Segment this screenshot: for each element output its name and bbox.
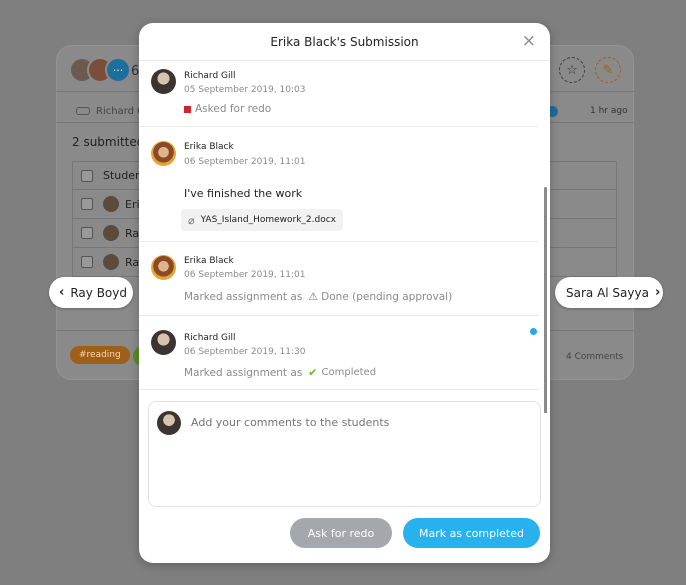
paperclip-icon: ⌀ — [188, 213, 195, 227]
teacher-label: Richard G — [76, 106, 145, 117]
scrollbar[interactable] — [544, 187, 547, 413]
ask-for-redo-button[interactable]: Ask for redo — [290, 518, 392, 548]
time-ago: 1 hr ago — [590, 106, 628, 116]
comment-input[interactable] — [191, 416, 521, 429]
comment-box[interactable] — [148, 401, 541, 507]
avatar — [151, 255, 176, 280]
submitted-count: 2 submitted — [72, 135, 145, 149]
previous-student-label: Ray Boyd — [70, 285, 127, 300]
chevron-left-icon: ‹ — [59, 285, 65, 300]
entry-author: Richard Gill — [184, 71, 236, 81]
activity-entry: Erika Black 06 September 2019, 11:01 I'v… — [139, 127, 539, 242]
select-all-checkbox — [81, 169, 93, 182]
entry-date: 05 September 2019, 10:03 — [184, 85, 306, 95]
close-icon[interactable]: × — [522, 31, 536, 51]
avatar — [157, 411, 181, 435]
comments-count: 4 Comments — [566, 352, 624, 362]
entry-date: 06 September 2019, 11:01 — [184, 157, 306, 167]
student-avatar-stack: ··· — [69, 57, 131, 83]
warning-icon: ⚠ — [308, 290, 319, 303]
entry-status: Marked assignment as ⚠ Done (pending app… — [184, 290, 453, 303]
redo-square-icon — [184, 105, 191, 113]
previous-student-button[interactable]: ‹ Ray Boyd — [49, 277, 133, 308]
attachment-file[interactable]: ⌀ YAS_Island_Homework_2.docx — [181, 209, 344, 231]
entry-author: Erika Black — [184, 256, 234, 266]
avatar — [151, 69, 176, 94]
row-checkbox — [81, 198, 93, 210]
entry-author: Richard Gill — [184, 333, 236, 343]
pencil-icon: ✎ — [595, 57, 621, 83]
next-student-label: Sara Al Sayya — [566, 285, 649, 300]
submission-modal: Erika Black's Submission × Richard Gill … — [139, 23, 550, 563]
avatar — [151, 141, 176, 166]
entry-message: I've finished the work — [184, 187, 303, 200]
check-icon: ✔ — [308, 366, 318, 379]
entry-author: Erika Black — [184, 142, 234, 152]
mark-as-completed-button[interactable]: Mark as completed — [403, 518, 540, 548]
modal-title: Erika Black's Submission — [270, 35, 419, 49]
entry-date: 06 September 2019, 11:01 — [184, 270, 306, 280]
next-student-button[interactable]: Sara Al Sayya › — [555, 277, 663, 308]
avatar — [103, 254, 119, 270]
more-avatars-icon: ··· — [105, 57, 131, 83]
activity-entry: Richard Gill 06 September 2019, 11:30 Ma… — [139, 316, 539, 390]
star-icon: ☆ — [559, 57, 585, 83]
activity-entry: Erika Black 06 September 2019, 11:01 Mar… — [139, 242, 539, 316]
row-checkbox — [81, 256, 93, 268]
avatar — [103, 225, 119, 241]
unread-indicator — [530, 328, 537, 335]
modal-header: Erika Black's Submission × — [139, 23, 550, 61]
avatar — [103, 196, 119, 212]
row-checkbox — [81, 227, 93, 239]
tag-reading: #reading — [70, 346, 130, 364]
entry-date: 06 September 2019, 11:30 — [184, 347, 306, 357]
redo-status: Asked for redo — [184, 103, 271, 115]
card-actions: ☆ ✎ — [559, 57, 621, 83]
chevron-right-icon: › — [654, 285, 661, 300]
entry-status: Marked assignment as ✔ Completed — [184, 366, 377, 379]
avatar — [151, 330, 176, 355]
activity-entry: Richard Gill 05 September 2019, 10:03 As… — [139, 61, 539, 127]
activity-feed[interactable]: Richard Gill 05 September 2019, 10:03 As… — [139, 61, 550, 413]
graduation-cap-icon — [76, 107, 90, 115]
